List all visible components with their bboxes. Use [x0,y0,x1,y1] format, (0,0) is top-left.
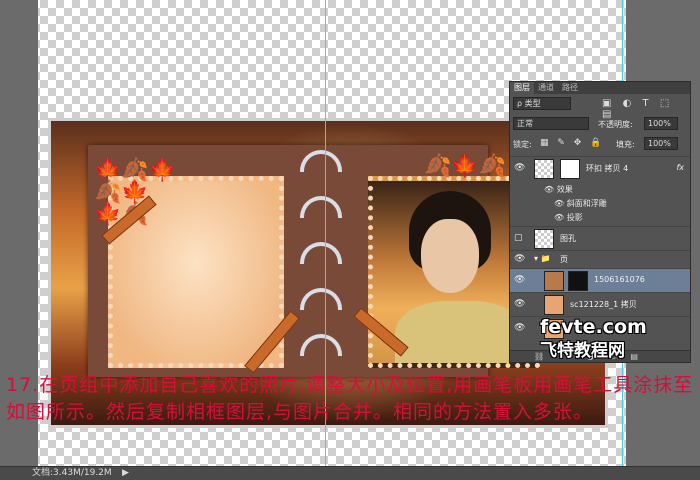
layer-ring-copy[interactable]: 👁 环扣 拷贝 4 fx [510,156,690,181]
blend-mode-select[interactable]: 正常 [513,117,589,130]
tab-paths[interactable]: 路径 [558,82,582,94]
fx-icon[interactable]: fx [676,163,684,172]
layer-frame-copy[interactable]: 👁 sc121228_1 拷贝 [510,292,690,317]
layer-group-page[interactable]: 👁 ▾ 📁 页 [510,250,690,269]
layer-mask-thumbnail [560,159,580,179]
layer-photo[interactable]: 👁 1506161076 [510,268,690,293]
eye-hidden-icon[interactable]: ▢ [514,233,525,243]
lock-row: 锁定: ▦ ✎ ✥ 🔒 填充: 100% [510,136,690,152]
layer-name: 图孔 [560,234,576,243]
portrait-body [395,301,525,363]
watermark-site-name: 飞特教程网 [540,341,625,361]
panel-tabs: 图层 通道 路径 [510,82,690,94]
effects-label: 👁 效果 [544,185,573,194]
layer-thumbnail [534,159,554,179]
layer-mask-thumbnail [568,271,588,291]
status-menu-arrow-icon[interactable]: ▶ [122,467,129,480]
group-folder-icon: ▾ 📁 [534,254,551,263]
document-size-info[interactable]: 文档:3.43M/19.2M [32,467,112,480]
blend-row: 正常 不透明度: 100% [510,116,690,132]
effect-bevel[interactable]: 👁 斜面和浮雕 [554,198,607,209]
layer-thumbnail [534,229,554,249]
filter-row: ρ 类型 ▣ ◐ T ⬚ ▤ [510,96,690,120]
fill-input[interactable]: 100% [644,137,678,150]
filter-kind-select[interactable]: ρ 类型 [513,97,571,110]
eye-icon[interactable]: 👁 [514,163,525,173]
effect-bevel-text: 斜面和浮雕 [566,199,607,208]
layer-thumbnail [544,271,564,291]
eye-icon[interactable]: 👁 [514,299,525,309]
layer-holes[interactable]: ▢ 图孔 [510,226,690,251]
layer-name: 1506161076 [594,275,645,284]
eye-icon[interactable]: 👁 [514,275,525,285]
layer-name: 环扣 拷贝 4 [586,164,629,173]
eye-icon[interactable]: 👁 [514,323,525,333]
portrait-face [421,219,479,293]
status-bar: 文档:3.43M/19.2M ▶ [0,466,700,480]
opacity-label: 不透明度: [598,120,633,129]
effect-shadow[interactable]: 👁 投影 [554,212,583,223]
effect-shadow-text: 投影 [566,213,583,222]
tab-channels[interactable]: 通道 [534,82,558,94]
lock-icons[interactable]: ▦ ✎ ✥ 🔒 [540,138,604,148]
autumn-leaves-right: 🍂🍁🍂 [424,154,507,179]
tab-layers[interactable]: 图层 [510,82,534,94]
eye-icon[interactable]: 👁 [514,254,525,264]
site-watermark: fevte.com 飞特教程网 [540,316,690,361]
watermark-domain: fevte.com [540,316,647,338]
layer-name: 页 [560,255,568,264]
layer-name: sc121228_1 拷贝 [570,300,637,309]
opacity-input[interactable]: 100% [644,117,678,130]
effects-text: 效果 [556,185,573,194]
fill-label: 填充: [616,140,635,149]
lock-label: 锁定: [513,140,532,149]
layer-thumbnail [544,295,564,315]
tutorial-caption: 17.在页组中添加自己喜欢的照片,调整大小及位置,用画笔板用画笔工具涂抹至如图所… [6,374,694,423]
